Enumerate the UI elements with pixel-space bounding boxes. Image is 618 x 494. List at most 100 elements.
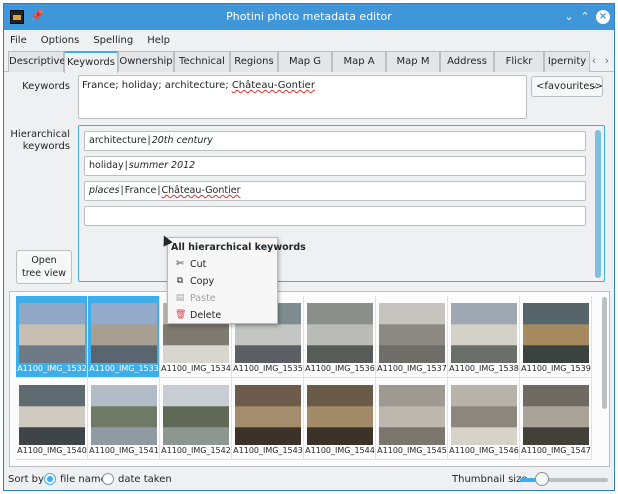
thumbnail-item[interactable]: A1100_IMG_1543	[232, 378, 304, 460]
tab-keywords[interactable]: Keywords	[64, 51, 118, 73]
thumbnail-photo	[235, 385, 301, 445]
thumbnail-item[interactable]: A1100_IMG_1545	[376, 378, 448, 460]
thumbnail-caption: A1100_IMG_1532	[17, 364, 87, 373]
tab-flickr[interactable]: Flickr	[494, 51, 544, 72]
thumbnail-caption: A1100_IMG_1535	[233, 364, 303, 373]
thumbnail-caption: A1100_IMG_1547	[521, 446, 591, 455]
trash-icon: 🗑	[175, 310, 187, 320]
tab-bar: Descriptive Keywords Ownership Technical…	[4, 51, 614, 73]
thumbnail-caption: A1100_IMG_1538	[449, 364, 519, 373]
tab-technical[interactable]: Technical	[174, 51, 230, 72]
keyword-part: holiday	[89, 160, 124, 171]
thumbnail-item[interactable]: A1100_IMG_1540	[16, 378, 88, 460]
tab-ipernity[interactable]: Ipernity	[544, 51, 590, 72]
context-cut[interactable]: ✄ Cut	[168, 256, 277, 273]
sort-date-label[interactable]: date taken	[118, 474, 172, 485]
hierarchical-label-line1: Hierarchical	[10, 129, 70, 140]
scrollbar-thumb[interactable]	[595, 130, 601, 278]
hierarchical-keywords-label: Hierarchical keywords	[10, 129, 70, 153]
open-tree-label-line2: tree view	[21, 268, 66, 279]
tab-address[interactable]: Address	[440, 51, 494, 72]
tab-map-m[interactable]: Map M	[386, 51, 440, 72]
thumbnail-photo	[19, 385, 85, 445]
favourites-dropdown[interactable]: <favourites> ⌄	[531, 76, 603, 97]
thumbnail-item[interactable]: A1100_IMG_1547	[520, 378, 592, 460]
thumbnail-photo	[163, 385, 229, 445]
context-paste-label: Paste	[190, 293, 216, 304]
thumbnail-photo	[307, 385, 373, 445]
chevron-down-icon: ⌄	[590, 81, 598, 91]
thumbnail-item[interactable]: A1100_IMG_1533	[88, 296, 160, 378]
sort-filename-radio[interactable]	[44, 473, 56, 485]
menu-file[interactable]: File	[10, 35, 27, 46]
thumbnail-caption: A1100_IMG_1534	[161, 364, 231, 373]
thumbnail-item[interactable]: A1100_IMG_1536	[304, 296, 376, 378]
thumbnail-scrollbar[interactable]	[602, 297, 607, 409]
context-delete[interactable]: 🗑 Delete	[168, 307, 277, 324]
title-bar[interactable]: 📌 Photini photo metadata editor ⌄ ⌃ ×	[4, 4, 614, 30]
keywords-input[interactable]: France; holiday; architecture; Château-G…	[78, 75, 527, 119]
window-title: Photini photo metadata editor	[226, 10, 392, 23]
thumbnail-photo	[379, 385, 445, 445]
copy-icon: ⧉	[176, 276, 184, 286]
thumbnail-size-slider[interactable]	[520, 472, 608, 486]
close-icon[interactable]: ×	[596, 10, 610, 24]
hierarchical-keyword-empty-field[interactable]	[84, 206, 586, 226]
maximize-icon[interactable]: ⌃	[578, 10, 592, 24]
tab-map-a[interactable]: Map A	[332, 51, 386, 72]
minimize-icon[interactable]: ⌄	[562, 10, 576, 24]
chevron-right-icon[interactable]: ›	[601, 54, 613, 68]
tab-ownership[interactable]: Ownership	[118, 51, 174, 72]
thumbnail-item[interactable]: A1100_IMG_1541	[88, 378, 160, 460]
hierarchical-keyword-field[interactable]: places|France|Château-Gontier	[84, 181, 586, 201]
thumbnail-caption: A1100_IMG_1546	[449, 446, 519, 455]
open-tree-view-button[interactable]: Open tree view	[16, 250, 72, 284]
context-copy[interactable]: ⧉ Copy	[168, 273, 277, 290]
thumbnail-size-label: Thumbnail size	[452, 474, 528, 485]
bottom-bar: Sort by file name date taken Thumbnail s…	[4, 470, 614, 490]
context-cut-label: Cut	[190, 259, 207, 270]
tab-map-g[interactable]: Map G	[278, 51, 332, 72]
menu-help[interactable]: Help	[147, 35, 170, 46]
thumbnail-item[interactable]: A1100_IMG_1546	[448, 378, 520, 460]
thumbnail-item[interactable]: A1100_IMG_1539	[520, 296, 592, 378]
hierarchical-keyword-field[interactable]: architecture|20th century	[84, 131, 586, 151]
tab-descriptive[interactable]: Descriptive	[8, 51, 66, 72]
menu-bar: File Options Spelling Help	[4, 30, 614, 50]
thumbnail-item[interactable]: A1100_IMG_1542	[160, 378, 232, 460]
menu-options[interactable]: Options	[41, 35, 80, 46]
keyword-part: architecture	[89, 135, 147, 146]
thumbnail-item[interactable]: A1100_IMG_1544	[304, 378, 376, 460]
menu-spelling[interactable]: Spelling	[93, 35, 133, 46]
thumbnail-item[interactable]: A1100_IMG_1532	[16, 296, 88, 378]
thumbnail-caption: A1100_IMG_1540	[17, 446, 87, 455]
sort-filename-label[interactable]: file name	[60, 474, 107, 485]
slider-handle[interactable]	[535, 472, 549, 486]
thumbnail-photo	[523, 385, 589, 445]
thumbnail-item[interactable]: A1100_IMG_1537	[376, 296, 448, 378]
thumbnail-caption: A1100_IMG_1533	[89, 364, 159, 373]
sort-date-radio[interactable]	[102, 473, 114, 485]
hierarchical-keyword-field[interactable]: holiday|summer 2012	[84, 156, 586, 176]
thumbnail-item[interactable]: A1100_IMG_1538	[448, 296, 520, 378]
thumbnail-photo	[451, 303, 517, 363]
thumbnail-photo	[19, 303, 85, 363]
open-tree-label-line1: Open	[31, 255, 57, 266]
keyword-misspelled-word: Château-Gontier	[161, 185, 241, 196]
keyword-part-italic: 20th century	[151, 135, 213, 146]
scissors-icon: ✄	[176, 259, 184, 269]
chevron-left-icon[interactable]: ‹	[588, 54, 600, 68]
tab-regions[interactable]: Regions	[230, 51, 278, 72]
keyword-part-italic: summer 2012	[128, 160, 196, 171]
thumbnail-grid: A1100_IMG_1532 A1100_IMG_1533 A1100_IMG_15…	[9, 291, 610, 467]
thumbnail-caption: A1100_IMG_1539	[521, 364, 591, 373]
thumbnail-photo	[379, 303, 445, 363]
app-window: 📌 Photini photo metadata editor ⌄ ⌃ × Fi…	[3, 3, 615, 491]
thumbnail-caption: A1100_IMG_1536	[305, 364, 375, 373]
thumbnail-caption: A1100_IMG_1541	[89, 446, 159, 455]
thumbnail-photo	[451, 385, 517, 445]
keyword-part-italic: places	[89, 185, 120, 196]
thumbnail-caption: A1100_IMG_1543	[233, 446, 303, 455]
thumbnail-caption: A1100_IMG_1545	[377, 446, 447, 455]
hierarchical-scrollbar[interactable]	[595, 130, 601, 278]
